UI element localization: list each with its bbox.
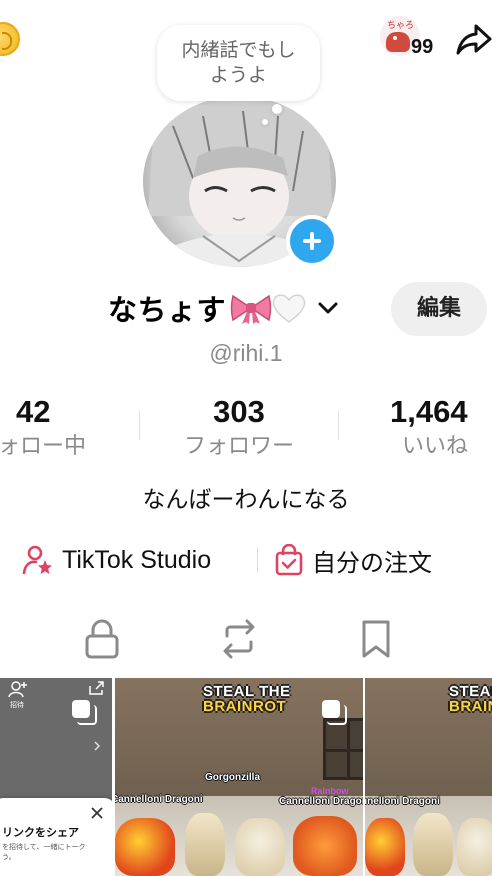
following-label: ォロー中 <box>0 434 87 459</box>
white-heart-emoji-icon <box>272 294 306 323</box>
dragon-character <box>115 818 175 876</box>
game-character <box>185 813 225 876</box>
username-handle: @rihi.1 <box>209 340 283 366</box>
chevron-down-icon[interactable] <box>317 300 339 316</box>
character-face-icon <box>386 32 410 52</box>
popup-desc-line-2: う。 <box>2 853 16 861</box>
game-logo-line-1: STEAL THE <box>203 683 291 700</box>
following-stat[interactable]: 42 ォロー中 <box>0 394 110 462</box>
note-line-1: 内緒話でもし <box>181 39 296 61</box>
dragon-character <box>365 818 405 876</box>
bubble-tail-small <box>262 119 268 125</box>
add-person-icon <box>8 681 27 698</box>
popup-desc-line-1: を招待して、一緒にトーク <box>2 843 86 851</box>
followers-label: フォロワー <box>183 434 294 459</box>
game-character <box>457 818 492 876</box>
studio-label: TikTok Studio <box>62 545 212 574</box>
coin-icon[interactable] <box>0 22 20 56</box>
cannelloni-label: Cannelloni Dragoni <box>115 794 203 805</box>
video-thumbnail[interactable]: STEAL BRAIN nnelloni Dragoni <box>365 678 492 876</box>
studio-person-star-icon <box>22 545 52 575</box>
notification-count: 99 <box>411 36 434 58</box>
shopping-bag-icon <box>275 544 303 576</box>
ribbon-emoji-icon <box>230 294 272 324</box>
close-icon[interactable] <box>90 806 104 820</box>
cannelloni-label: Cannelloni Dragoni <box>279 796 363 807</box>
edit-profile-button[interactable]: 編集 <box>391 282 487 336</box>
rainbow-label: Rainbow <box>311 786 349 796</box>
chevron-right-icon <box>94 741 101 751</box>
stat-divider <box>338 410 339 440</box>
likes-count: 1,464 <box>390 394 468 429</box>
likes-label: いいね <box>402 434 469 459</box>
game-character <box>235 818 285 876</box>
game-character <box>293 816 357 876</box>
cannelloni-label: nnelloni Dragoni <box>365 796 440 807</box>
game-logo: STEAL BRAIN <box>449 684 492 714</box>
multi-photo-icon <box>322 700 347 725</box>
profile-bio: なんばーわんになる <box>142 487 350 513</box>
export-icon <box>89 681 104 695</box>
share-link-popup[interactable]: リンクをシェア を招待して、一緒にトーク う。 <box>0 798 112 876</box>
add-story-button[interactable] <box>286 215 338 267</box>
tiktok-studio-link[interactable]: TikTok Studio <box>22 540 211 580</box>
repost-icon[interactable] <box>219 618 259 660</box>
popup-description: を招待して、一緒にトーク う。 <box>2 842 102 862</box>
note-bubble[interactable]: 内緒話でもし ようよ <box>157 25 320 101</box>
video-grid: 招待 リンクをシェア を招待して、一緒にトーク う。 STEAL THE BRA… <box>0 678 492 876</box>
stat-divider <box>139 410 140 440</box>
character-eye <box>393 36 397 40</box>
game-character <box>413 813 453 876</box>
popup-title: リンクをシェア <box>2 826 79 839</box>
tool-divider <box>257 548 258 572</box>
multi-photo-icon <box>72 700 97 725</box>
game-logo: STEAL THE BRAINROT <box>203 684 291 714</box>
likes-stat[interactable]: 1,464 いいね <box>374 394 492 462</box>
game-logo-line-2: BRAINROT <box>203 698 287 715</box>
followers-stat[interactable]: 303 フォロワー <box>160 394 318 462</box>
bookmark-icon[interactable] <box>356 618 396 660</box>
video-thumbnail[interactable]: STEAL THE BRAINROT Gorgonzilla Rainbow C… <box>115 678 363 876</box>
note-line-2: ようよ <box>209 64 267 86</box>
orders-label: 自分の注文 <box>312 548 432 577</box>
invite-label: 招待 <box>10 701 24 709</box>
share-arrow-icon[interactable] <box>456 20 492 58</box>
display-name: なちょす <box>108 293 227 327</box>
name-row[interactable]: なちょす <box>108 287 339 329</box>
game-logo-line-1: STEAL <box>449 683 492 700</box>
lock-icon[interactable] <box>82 618 122 660</box>
following-count: 42 <box>16 394 51 429</box>
game-logo-line-2: BRAIN <box>449 698 492 715</box>
notification-avatar-tag: ちゃろ <box>387 21 415 31</box>
bubble-tail <box>272 104 282 114</box>
followers-count: 303 <box>213 394 265 429</box>
game-window <box>323 718 363 780</box>
video-thumbnail[interactable]: 招待 リンクをシェア を招待して、一緒にトーク う。 <box>0 678 112 876</box>
gorgonzilla-label: Gorgonzilla <box>205 772 260 783</box>
my-orders-link[interactable]: 自分の注文 <box>274 540 432 580</box>
